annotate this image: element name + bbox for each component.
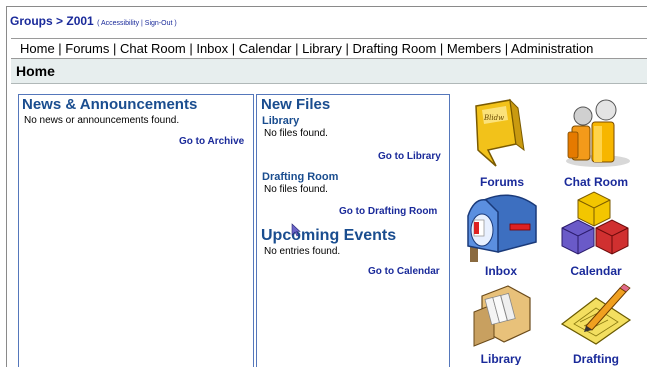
nav-separator: | <box>185 41 197 56</box>
main-nav: Home | Forums | Chat Room | Inbox | Cale… <box>20 41 593 56</box>
drafting-room-heading[interactable]: Drafting Room <box>262 171 338 183</box>
go-to-drafting-room-link[interactable]: Go to Drafting Room <box>339 206 437 217</box>
nav-separator: | <box>54 41 66 56</box>
breadcrumb-separator: > <box>52 14 67 28</box>
drafting-icon <box>560 283 632 345</box>
go-to-calendar-link[interactable]: Go to Calendar <box>368 266 440 277</box>
drafting-shortcut[interactable]: Drafting <box>556 282 636 367</box>
library-empty-text: No files found. <box>264 128 328 139</box>
inbox-label[interactable]: Inbox <box>464 264 538 278</box>
library-icon <box>473 285 531 347</box>
news-title: News & Announcements <box>22 96 198 113</box>
new-files-title: New Files <box>261 96 331 113</box>
page-title: Home <box>16 63 55 79</box>
calendar-icon <box>561 191 629 255</box>
forums-icon: Blidw <box>475 98 525 167</box>
library-shortcut[interactable]: Library <box>464 282 540 367</box>
chat-room-label[interactable]: Chat Room <box>556 175 636 189</box>
drafting-empty-text: No files found. <box>264 184 328 195</box>
nav-inbox[interactable]: Inbox <box>196 41 228 56</box>
nav-forums[interactable]: Forums <box>65 41 109 56</box>
news-empty-text: No news or announcements found. <box>24 115 180 126</box>
nav-separator: | <box>341 41 353 56</box>
library-heading[interactable]: Library <box>262 115 299 127</box>
nav-separator: | <box>228 41 239 56</box>
events-empty-text: No entries found. <box>264 246 341 257</box>
drafting-label[interactable]: Drafting <box>556 352 636 366</box>
nav-members[interactable]: Members <box>447 41 501 56</box>
inbox-shortcut[interactable]: Inbox <box>464 190 540 280</box>
nav-administration[interactable]: Administration <box>511 41 593 56</box>
nav-separator: | <box>436 41 447 56</box>
main-nav-bar: Home | Forums | Chat Room | Inbox | Cale… <box>11 38 647 59</box>
calendar-shortcut[interactable]: Calendar <box>556 190 636 280</box>
breadcrumb: Groups > Z001 ( Accessibility | Sign-Out… <box>10 14 177 28</box>
breadcrumb-groups-link[interactable]: Groups <box>10 14 53 28</box>
svg-text:Blidw: Blidw <box>483 114 504 122</box>
nav-separator: | <box>109 41 120 56</box>
upcoming-events-title: Upcoming Events <box>261 227 397 244</box>
forums-shortcut[interactable]: Blidw Forums <box>466 98 532 194</box>
library-label[interactable]: Library <box>464 352 538 365</box>
nav-library[interactable]: Library <box>302 41 342 56</box>
breadcrumb-group-link[interactable]: Z001 <box>66 14 93 28</box>
inbox-icon <box>467 194 537 262</box>
chat-room-icon <box>566 99 630 167</box>
page-title-bar: Home <box>11 59 647 84</box>
forums-label[interactable]: Forums <box>466 175 538 189</box>
chat-room-shortcut[interactable]: Chat Room <box>556 98 636 194</box>
shortcuts-area: Blidw Forums Chat Room Inbox Calendar Li… <box>452 94 647 367</box>
nav-chat-room[interactable]: Chat Room <box>120 41 186 56</box>
accessibility-signout-links[interactable]: ( Accessibility | Sign-Out ) <box>97 20 177 27</box>
go-to-library-link[interactable]: Go to Library <box>378 151 441 162</box>
nav-separator: | <box>501 41 511 56</box>
nav-calendar[interactable]: Calendar <box>239 41 292 56</box>
nav-drafting-room[interactable]: Drafting Room <box>352 41 436 56</box>
news-panel <box>18 94 254 367</box>
calendar-label[interactable]: Calendar <box>556 264 636 278</box>
nav-separator: | <box>291 41 303 56</box>
nav-home[interactable]: Home <box>20 41 55 56</box>
go-to-archive-link[interactable]: Go to Archive <box>179 136 244 147</box>
mouse-cursor-icon <box>291 223 301 237</box>
